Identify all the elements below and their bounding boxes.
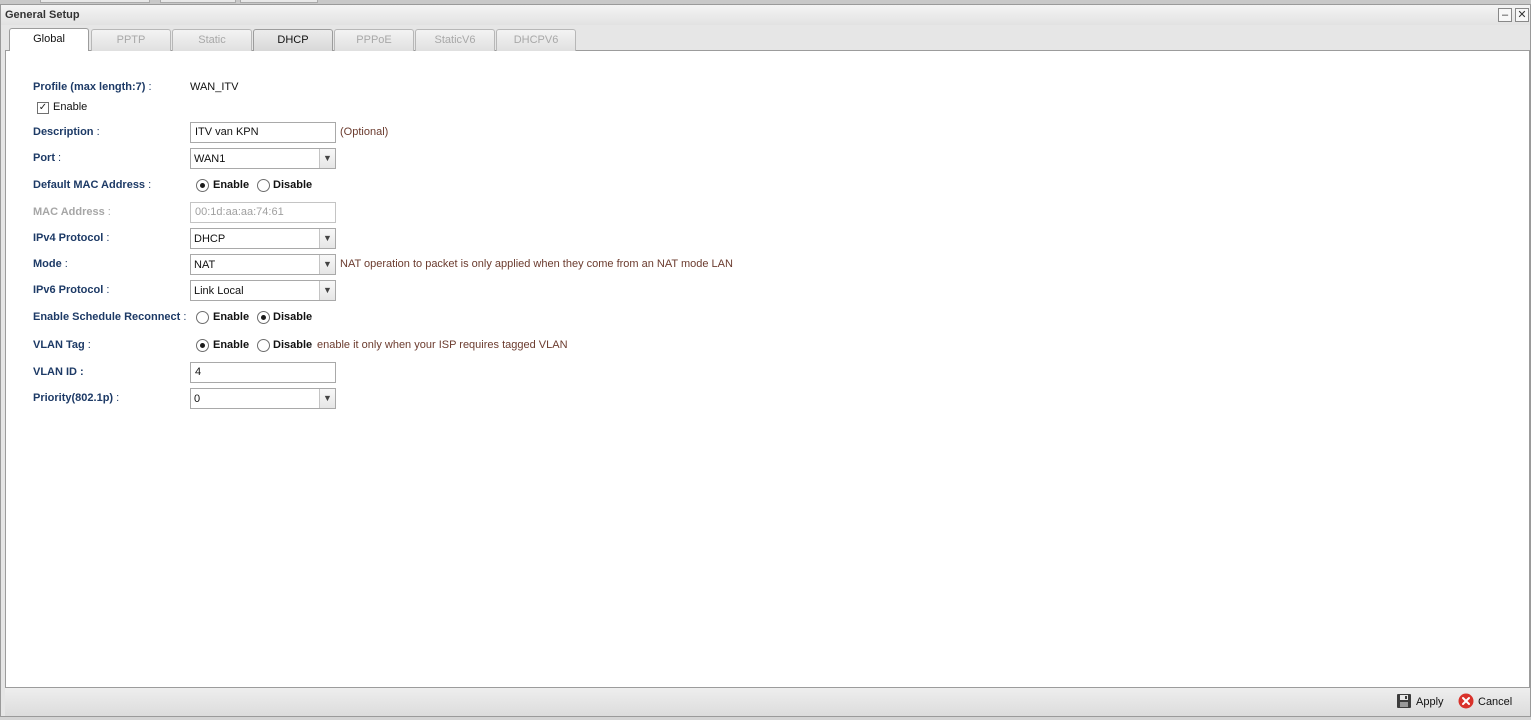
default-mac-label: Default MAC Address :	[33, 179, 152, 191]
chevron-down-icon[interactable]: ▼	[319, 389, 335, 408]
port-row: Port : WAN1 ▼	[6, 148, 1529, 170]
vlan-tag-enable-label: Enable	[213, 339, 250, 351]
vlan-id-label: VLAN ID :	[33, 366, 84, 378]
tab-dhcp[interactable]: DHCP	[253, 29, 333, 51]
chevron-down-icon[interactable]: ▼	[319, 281, 335, 300]
window-title: General Setup	[5, 9, 80, 21]
ipv4-protocol-select[interactable]: DHCP ▼	[190, 228, 336, 249]
radio-selected-dot	[261, 315, 266, 320]
chevron-down-icon[interactable]: ▼	[319, 229, 335, 248]
description-row: Description : ITV van KPN (Optional)	[6, 122, 1529, 144]
port-select-value: WAN1	[194, 153, 226, 165]
mode-value: NAT	[194, 259, 216, 271]
close-button[interactable]: ✕	[1515, 8, 1529, 22]
tab-pptp[interactable]: PPTP	[91, 29, 171, 51]
chevron-down-icon[interactable]: ▼	[319, 149, 335, 168]
background-tab	[40, 0, 150, 3]
schedule-reconnect-disable-radio[interactable]	[257, 311, 270, 324]
checkmark-icon: ✓	[38, 102, 48, 113]
schedule-reconnect-enable-radio[interactable]	[196, 311, 209, 324]
background-tab	[160, 0, 236, 3]
ipv6-protocol-row: IPv6 Protocol : Link Local ▼	[6, 280, 1529, 302]
vlan-tag-disable-label: Disable	[273, 339, 313, 351]
mac-address-input: 00:1d:aa:aa:74:61	[190, 202, 336, 223]
tab-global[interactable]: Global	[9, 28, 89, 52]
radio-selected-dot	[200, 343, 205, 348]
footer-bar: Apply Cancel	[5, 687, 1530, 716]
profile-row: Profile (max length:7) : WAN_ITV	[6, 77, 1529, 99]
close-icon: ✕	[1517, 9, 1527, 21]
ipv6-protocol-select[interactable]: Link Local ▼	[190, 280, 336, 301]
save-icon	[1397, 694, 1411, 708]
mode-label: Mode :	[33, 258, 68, 270]
general-setup-window: General Setup – ✕ Global PPTP Static DHC…	[0, 4, 1531, 717]
window-titlebar[interactable]: General Setup – ✕	[1, 5, 1530, 25]
ipv4-protocol-row: IPv4 Protocol : DHCP ▼	[6, 228, 1529, 250]
tab-pppoe[interactable]: PPPoE	[334, 29, 414, 51]
default-mac-row: Default MAC Address : Enable Disable	[6, 175, 1529, 197]
apply-label: Apply	[1416, 696, 1444, 708]
background-tab	[240, 0, 318, 3]
priority-select[interactable]: 0 ▼	[190, 388, 336, 409]
mode-hint: NAT operation to packet is only applied …	[340, 258, 733, 270]
cancel-icon	[1458, 693, 1474, 709]
vlan-tag-row: VLAN Tag : Enable Disable enable it only…	[6, 335, 1529, 357]
ipv4-protocol-label: IPv4 Protocol :	[33, 232, 110, 244]
cancel-label: Cancel	[1478, 696, 1513, 708]
description-input[interactable]: ITV van KPN	[190, 122, 336, 143]
tab-dhcpv6[interactable]: DHCPV6	[496, 29, 576, 51]
tab-staticv6[interactable]: StaticV6	[415, 29, 495, 51]
vlan-tag-hint: enable it only when your ISP requires ta…	[317, 339, 568, 351]
ipv6-protocol-value: Link Local	[194, 285, 244, 297]
mode-select[interactable]: NAT ▼	[190, 254, 336, 275]
description-label: Description :	[33, 126, 100, 138]
vlan-tag-label: VLAN Tag :	[33, 339, 91, 351]
mac-address-row: MAC Address : 00:1d:aa:aa:74:61	[6, 202, 1529, 224]
default-mac-disable-label: Disable	[273, 179, 313, 191]
ipv4-protocol-value: DHCP	[194, 233, 226, 245]
enable-row: ✓ Enable	[6, 97, 1529, 119]
mac-address-label: MAC Address :	[33, 206, 111, 218]
form-panel: Profile (max length:7) : WAN_ITV ✓ Enabl…	[5, 51, 1530, 687]
tab-bar: Global PPTP Static DHCP PPPoE StaticV6 D…	[5, 27, 1530, 52]
vlan-tag-disable-radio[interactable]	[257, 339, 270, 352]
schedule-reconnect-label: Enable Schedule Reconnect :	[33, 311, 187, 323]
schedule-reconnect-enable-label: Enable	[213, 311, 250, 323]
default-mac-disable-radio[interactable]	[257, 179, 270, 192]
minimize-icon: –	[1501, 9, 1509, 21]
ipv6-protocol-label: IPv6 Protocol :	[33, 284, 110, 296]
description-hint: (Optional)	[340, 126, 389, 138]
mode-row: Mode : NAT ▼ NAT operation to packet is …	[6, 254, 1529, 276]
enable-label: Enable	[53, 101, 88, 113]
cancel-button[interactable]: Cancel	[1458, 692, 1520, 712]
apply-button[interactable]: Apply	[1396, 692, 1454, 712]
schedule-reconnect-disable-label: Disable	[273, 311, 313, 323]
default-mac-enable-radio[interactable]	[196, 179, 209, 192]
minimize-button[interactable]: –	[1498, 8, 1512, 22]
profile-label: Profile (max length:7) :	[33, 81, 152, 93]
vlan-id-input[interactable]: 4	[190, 362, 336, 383]
schedule-reconnect-row: Enable Schedule Reconnect : Enable Disab…	[6, 307, 1529, 329]
radio-selected-dot	[200, 183, 205, 188]
profile-value: WAN_ITV	[190, 81, 239, 93]
default-mac-enable-label: Enable	[213, 179, 250, 191]
priority-label: Priority(802.1p) :	[33, 392, 120, 404]
priority-value: 0	[194, 393, 201, 405]
port-select[interactable]: WAN1 ▼	[190, 148, 336, 169]
chevron-down-icon[interactable]: ▼	[319, 255, 335, 274]
vlan-tag-enable-radio[interactable]	[196, 339, 209, 352]
priority-row: Priority(802.1p) : 0 ▼	[6, 388, 1529, 410]
vlan-id-row: VLAN ID : 4	[6, 362, 1529, 384]
port-label: Port :	[33, 152, 62, 164]
tab-static[interactable]: Static	[172, 29, 252, 51]
enable-checkbox[interactable]: ✓	[37, 102, 49, 114]
